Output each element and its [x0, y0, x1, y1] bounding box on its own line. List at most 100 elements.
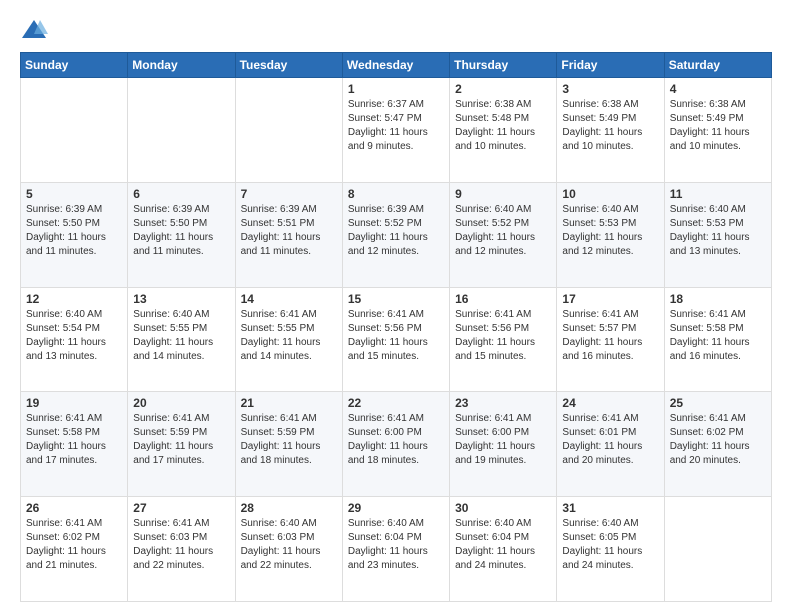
day-number: 23 — [455, 396, 551, 410]
logo-icon — [20, 16, 48, 44]
day-cell: 8 Sunrise: 6:39 AM Sunset: 5:52 PM Daylig… — [342, 182, 449, 287]
day-number: 30 — [455, 501, 551, 515]
day-info: Sunrise: 6:37 AM Sunset: 5:47 PM Dayligh… — [348, 98, 444, 154]
day-cell: 28 Sunrise: 6:40 AM Sunset: 6:03 PM Dayli… — [235, 497, 342, 602]
header-cell-friday: Friday — [557, 53, 664, 78]
day-info: Sunrise: 6:40 AM Sunset: 6:03 PM Dayligh… — [241, 517, 337, 573]
day-cell: 14 Sunrise: 6:41 AM Sunset: 5:55 PM Dayli… — [235, 287, 342, 392]
day-number: 28 — [241, 501, 337, 515]
day-info: Sunrise: 6:40 AM Sunset: 5:54 PM Dayligh… — [26, 308, 122, 364]
day-number: 14 — [241, 292, 337, 306]
day-number: 8 — [348, 187, 444, 201]
day-cell: 19 Sunrise: 6:41 AM Sunset: 5:58 PM Dayli… — [21, 392, 128, 497]
day-cell: 21 Sunrise: 6:41 AM Sunset: 5:59 PM Dayli… — [235, 392, 342, 497]
day-info: Sunrise: 6:41 AM Sunset: 6:02 PM Dayligh… — [670, 412, 766, 468]
day-number: 24 — [562, 396, 658, 410]
day-number: 9 — [455, 187, 551, 201]
header-cell-wednesday: Wednesday — [342, 53, 449, 78]
day-info: Sunrise: 6:41 AM Sunset: 5:56 PM Dayligh… — [348, 308, 444, 364]
logo — [20, 16, 50, 44]
day-number: 2 — [455, 82, 551, 96]
day-cell: 10Sunrise: 6:40 AM Sunset: 5:53 PM Dayli… — [557, 182, 664, 287]
day-number: 6 — [133, 187, 229, 201]
day-cell: 27 Sunrise: 6:41 AM Sunset: 6:03 PM Dayli… — [128, 497, 235, 602]
day-number: 7 — [241, 187, 337, 201]
day-cell: 15 Sunrise: 6:41 AM Sunset: 5:56 PM Dayli… — [342, 287, 449, 392]
day-cell: 9 Sunrise: 6:40 AM Sunset: 5:52 PM Daylig… — [450, 182, 557, 287]
day-info: Sunrise: 6:40 AM Sunset: 5:52 PM Dayligh… — [455, 203, 551, 259]
day-info: Sunrise: 6:39 AM Sunset: 5:51 PM Dayligh… — [241, 203, 337, 259]
day-info: Sunrise: 6:41 AM Sunset: 5:58 PM Dayligh… — [670, 308, 766, 364]
day-info: Sunrise: 6:41 AM Sunset: 6:03 PM Dayligh… — [133, 517, 229, 573]
day-info: Sunrise: 6:40 AM Sunset: 5:55 PM Dayligh… — [133, 308, 229, 364]
day-cell: 6Sunrise: 6:39 AM Sunset: 5:50 PM Daylig… — [128, 182, 235, 287]
day-info: Sunrise: 6:40 AM Sunset: 6:04 PM Dayligh… — [455, 517, 551, 573]
day-number: 15 — [348, 292, 444, 306]
day-number: 18 — [670, 292, 766, 306]
day-info: Sunrise: 6:40 AM Sunset: 5:53 PM Dayligh… — [562, 203, 658, 259]
day-number: 17 — [562, 292, 658, 306]
day-cell: 3Sunrise: 6:38 AM Sunset: 5:49 PM Daylig… — [557, 78, 664, 183]
calendar-table: SundayMondayTuesdayWednesdayThursdayFrid… — [20, 52, 772, 602]
calendar-header: SundayMondayTuesdayWednesdayThursdayFrid… — [21, 53, 772, 78]
day-number: 4 — [670, 82, 766, 96]
day-number: 21 — [241, 396, 337, 410]
header-cell-sunday: Sunday — [21, 53, 128, 78]
header — [20, 16, 772, 44]
day-number: 1 — [348, 82, 444, 96]
day-info: Sunrise: 6:41 AM Sunset: 6:00 PM Dayligh… — [348, 412, 444, 468]
day-info: Sunrise: 6:40 AM Sunset: 6:05 PM Dayligh… — [562, 517, 658, 573]
day-info: Sunrise: 6:41 AM Sunset: 5:56 PM Dayligh… — [455, 308, 551, 364]
header-cell-monday: Monday — [128, 53, 235, 78]
day-cell: 18 Sunrise: 6:41 AM Sunset: 5:58 PM Dayli… — [664, 287, 771, 392]
day-info: Sunrise: 6:40 AM Sunset: 5:53 PM Dayligh… — [670, 203, 766, 259]
day-info: Sunrise: 6:38 AM Sunset: 5:48 PM Dayligh… — [455, 98, 551, 154]
day-info: Sunrise: 6:41 AM Sunset: 6:01 PM Dayligh… — [562, 412, 658, 468]
day-number: 22 — [348, 396, 444, 410]
header-cell-thursday: Thursday — [450, 53, 557, 78]
day-info: Sunrise: 6:41 AM Sunset: 5:59 PM Dayligh… — [133, 412, 229, 468]
day-info: Sunrise: 6:41 AM Sunset: 5:55 PM Dayligh… — [241, 308, 337, 364]
day-info: Sunrise: 6:39 AM Sunset: 5:52 PM Dayligh… — [348, 203, 444, 259]
day-info: Sunrise: 6:41 AM Sunset: 5:59 PM Dayligh… — [241, 412, 337, 468]
header-row: SundayMondayTuesdayWednesdayThursdayFrid… — [21, 53, 772, 78]
day-cell: 25 Sunrise: 6:41 AM Sunset: 6:02 PM Dayli… — [664, 392, 771, 497]
day-number: 3 — [562, 82, 658, 96]
day-number: 19 — [26, 396, 122, 410]
header-cell-tuesday: Tuesday — [235, 53, 342, 78]
page: SundayMondayTuesdayWednesdayThursdayFrid… — [0, 0, 792, 612]
day-cell — [235, 78, 342, 183]
calendar-body: 1 Sunrise: 6:37 AM Sunset: 5:47 PM Daylig… — [21, 78, 772, 602]
day-cell — [664, 497, 771, 602]
day-cell: 5Sunrise: 6:39 AM Sunset: 5:50 PM Daylig… — [21, 182, 128, 287]
day-cell: 7 Sunrise: 6:39 AM Sunset: 5:51 PM Daylig… — [235, 182, 342, 287]
day-info: Sunrise: 6:40 AM Sunset: 6:04 PM Dayligh… — [348, 517, 444, 573]
day-cell: 30 Sunrise: 6:40 AM Sunset: 6:04 PM Dayli… — [450, 497, 557, 602]
day-info: Sunrise: 6:41 AM Sunset: 5:57 PM Dayligh… — [562, 308, 658, 364]
day-cell: 29 Sunrise: 6:40 AM Sunset: 6:04 PM Dayli… — [342, 497, 449, 602]
day-cell: 2 Sunrise: 6:38 AM Sunset: 5:48 PM Daylig… — [450, 78, 557, 183]
day-cell: 24 Sunrise: 6:41 AM Sunset: 6:01 PM Dayli… — [557, 392, 664, 497]
week-row-4: 19 Sunrise: 6:41 AM Sunset: 5:58 PM Dayli… — [21, 392, 772, 497]
day-info: Sunrise: 6:41 AM Sunset: 5:58 PM Dayligh… — [26, 412, 122, 468]
day-cell: 17 Sunrise: 6:41 AM Sunset: 5:57 PM Dayli… — [557, 287, 664, 392]
week-row-2: 5Sunrise: 6:39 AM Sunset: 5:50 PM Daylig… — [21, 182, 772, 287]
day-cell: 1 Sunrise: 6:37 AM Sunset: 5:47 PM Daylig… — [342, 78, 449, 183]
day-number: 29 — [348, 501, 444, 515]
day-cell: 4Sunrise: 6:38 AM Sunset: 5:49 PM Daylig… — [664, 78, 771, 183]
day-number: 26 — [26, 501, 122, 515]
day-number: 25 — [670, 396, 766, 410]
week-row-3: 12 Sunrise: 6:40 AM Sunset: 5:54 PM Dayli… — [21, 287, 772, 392]
day-info: Sunrise: 6:39 AM Sunset: 5:50 PM Dayligh… — [26, 203, 122, 259]
day-number: 13 — [133, 292, 229, 306]
week-row-1: 1 Sunrise: 6:37 AM Sunset: 5:47 PM Daylig… — [21, 78, 772, 183]
day-number: 27 — [133, 501, 229, 515]
day-number: 20 — [133, 396, 229, 410]
day-cell: 16 Sunrise: 6:41 AM Sunset: 5:56 PM Dayli… — [450, 287, 557, 392]
day-cell: 26 Sunrise: 6:41 AM Sunset: 6:02 PM Dayli… — [21, 497, 128, 602]
day-info: Sunrise: 6:41 AM Sunset: 6:02 PM Dayligh… — [26, 517, 122, 573]
header-cell-saturday: Saturday — [664, 53, 771, 78]
day-number: 12 — [26, 292, 122, 306]
day-cell: 23Sunrise: 6:41 AM Sunset: 6:00 PM Dayli… — [450, 392, 557, 497]
day-number: 16 — [455, 292, 551, 306]
